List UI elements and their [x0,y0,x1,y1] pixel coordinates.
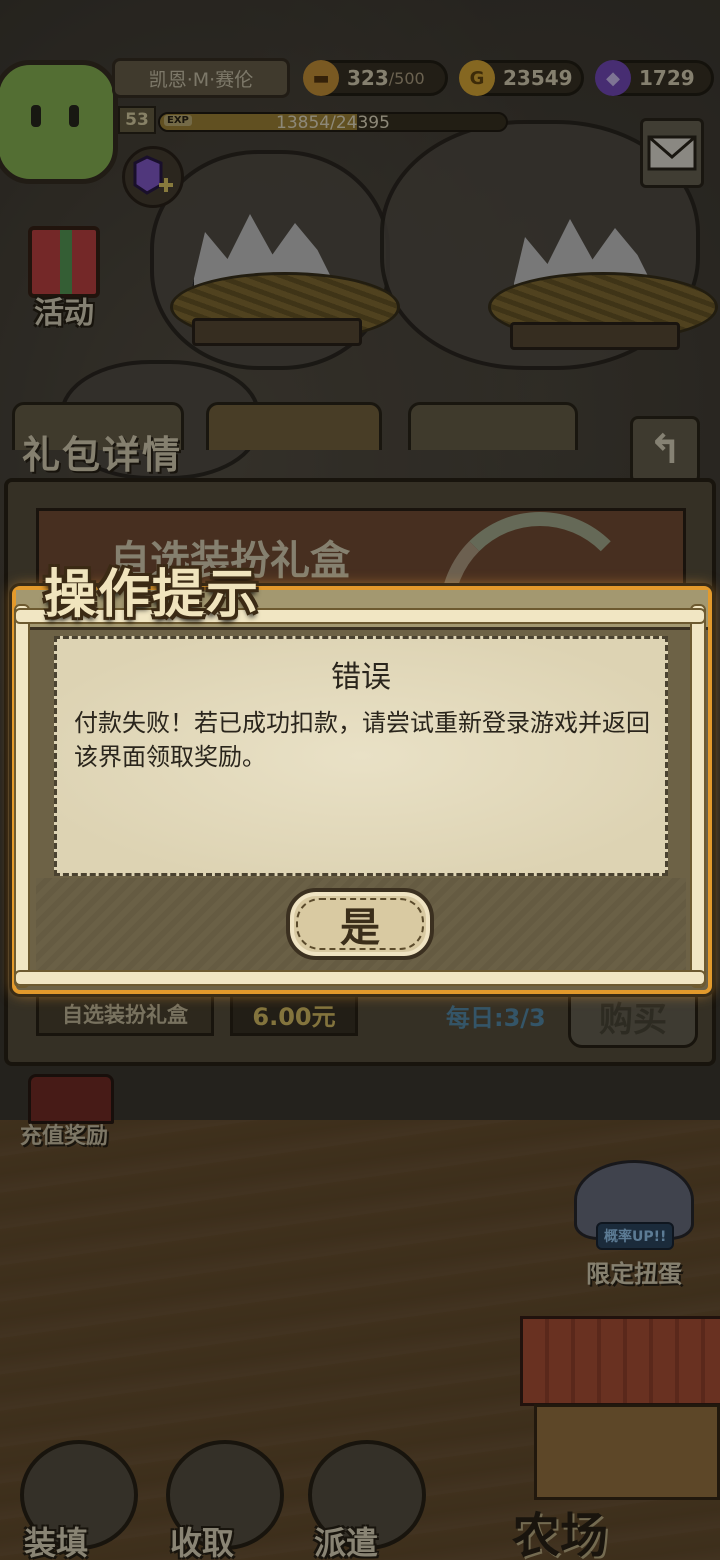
confirm-button[interactable]: 是 [286,888,434,960]
dialog-rail-right [690,604,706,988]
dialog-rail-bottom [14,970,706,986]
dialog-title: 操作提示 [44,565,261,625]
confirm-label: 是 [340,905,380,951]
message-body: 付款失败！若已成功扣款，请尝试重新登录游戏并返回该界面领取奖励。 [74,709,650,771]
dialog-rail-left [14,604,30,988]
message-heading: 错误 [331,660,391,695]
